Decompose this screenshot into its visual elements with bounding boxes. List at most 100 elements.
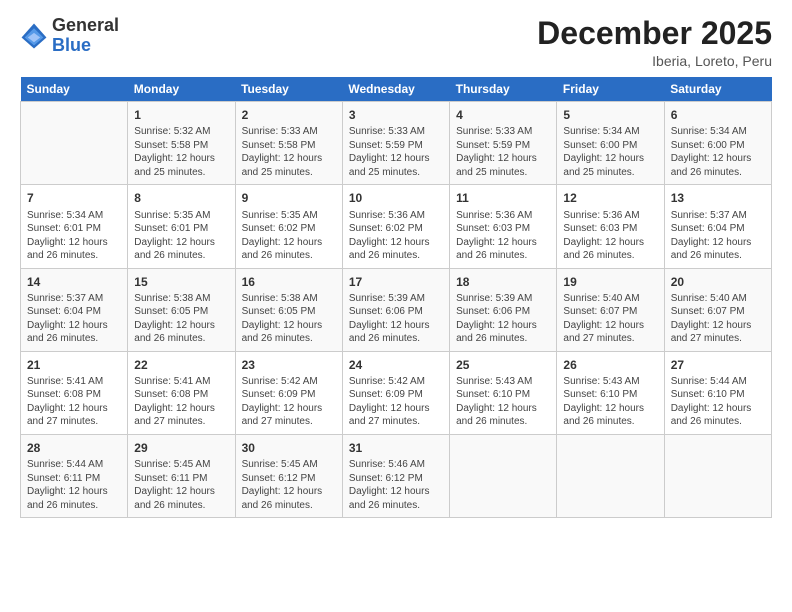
calendar-week-2: 7 Sunrise: 5:34 AMSunset: 6:01 PMDaylight…: [21, 185, 772, 268]
title-block: December 2025 Iberia, Loreto, Peru: [537, 16, 772, 69]
calendar-cell: 13 Sunrise: 5:37 AMSunset: 6:04 PMDayligh…: [664, 185, 771, 268]
calendar-cell: 18Sunrise: 5:39 AMSunset: 6:06 PMDayligh…: [450, 268, 557, 351]
calendar-cell: 10Sunrise: 5:36 AMSunset: 6:02 PMDayligh…: [342, 185, 449, 268]
calendar-table: Sunday Monday Tuesday Wednesday Thursday…: [20, 77, 772, 518]
calendar-cell: 3 Sunrise: 5:33 AMSunset: 5:59 PMDaylight…: [342, 102, 449, 185]
day-number: 25: [456, 357, 550, 373]
day-info: Sunrise: 5:38 AMSunset: 6:05 PMDaylight:…: [242, 292, 336, 346]
day-number: 22: [134, 357, 228, 373]
col-wednesday: Wednesday: [342, 77, 449, 102]
day-info: Sunrise: 5:44 AMSunset: 6:11 PMDaylight:…: [27, 458, 121, 512]
calendar-cell: 24 Sunrise: 5:42 AMSunset: 6:09 PMDayligh…: [342, 351, 449, 434]
day-number: 27: [671, 357, 765, 373]
day-number: 31: [349, 440, 443, 456]
calendar-cell: 6 Sunrise: 5:34 AMSunset: 6:00 PMDaylight…: [664, 102, 771, 185]
day-info: Sunrise: 5:43 AMSunset: 6:10 PMDaylight:…: [456, 375, 550, 429]
calendar-body: 1Sunrise: 5:32 AMSunset: 5:58 PMDaylight…: [21, 102, 772, 518]
day-info: Sunrise: 5:32 AMSunset: 5:58 PMDaylight:…: [134, 125, 228, 179]
logo: General Blue: [20, 16, 119, 56]
calendar-cell: 5Sunrise: 5:34 AMSunset: 6:00 PMDaylight…: [557, 102, 664, 185]
logo-blue: Blue: [52, 35, 91, 55]
location: Iberia, Loreto, Peru: [537, 53, 772, 69]
calendar-cell: 11 Sunrise: 5:36 AMSunset: 6:03 PMDayligh…: [450, 185, 557, 268]
calendar-cell: 28 Sunrise: 5:44 AMSunset: 6:11 PMDayligh…: [21, 434, 128, 517]
day-info: Sunrise: 5:35 AMSunset: 6:02 PMDaylight:…: [242, 209, 336, 263]
day-number: 18: [456, 274, 550, 290]
col-tuesday: Tuesday: [235, 77, 342, 102]
day-number: 3: [349, 107, 443, 123]
day-number: 13: [671, 190, 765, 206]
calendar-cell: 26 Sunrise: 5:43 AMSunset: 6:10 PMDayligh…: [557, 351, 664, 434]
day-info: Sunrise: 5:34 AMSunset: 6:01 PMDaylight:…: [27, 209, 121, 263]
col-monday: Monday: [128, 77, 235, 102]
col-friday: Friday: [557, 77, 664, 102]
day-number: 30: [242, 440, 336, 456]
logo-text: General Blue: [52, 16, 119, 56]
day-number: 11: [456, 190, 550, 206]
day-number: 8: [134, 190, 228, 206]
calendar-week-1: 1Sunrise: 5:32 AMSunset: 5:58 PMDaylight…: [21, 102, 772, 185]
calendar-week-3: 14Sunrise: 5:37 AMSunset: 6:04 PMDayligh…: [21, 268, 772, 351]
col-sunday: Sunday: [21, 77, 128, 102]
day-info: Sunrise: 5:34 AMSunset: 6:00 PMDaylight:…: [671, 125, 765, 179]
header: General Blue December 2025 Iberia, Loret…: [20, 16, 772, 69]
calendar-cell: [664, 434, 771, 517]
day-number: 21: [27, 357, 121, 373]
day-number: 29: [134, 440, 228, 456]
calendar-cell: 4Sunrise: 5:33 AMSunset: 5:59 PMDaylight…: [450, 102, 557, 185]
day-number: 12: [563, 190, 657, 206]
day-info: Sunrise: 5:39 AMSunset: 6:06 PMDaylight:…: [349, 292, 443, 346]
logo-general: General: [52, 15, 119, 35]
calendar-cell: 25 Sunrise: 5:43 AMSunset: 6:10 PMDayligh…: [450, 351, 557, 434]
day-info: Sunrise: 5:38 AMSunset: 6:05 PMDaylight:…: [134, 292, 228, 346]
day-number: 9: [242, 190, 336, 206]
day-number: 14: [27, 274, 121, 290]
calendar-cell: 8Sunrise: 5:35 AMSunset: 6:01 PMDaylight…: [128, 185, 235, 268]
day-info: Sunrise: 5:43 AMSunset: 6:10 PMDaylight:…: [563, 375, 657, 429]
calendar-week-5: 28 Sunrise: 5:44 AMSunset: 6:11 PMDayligh…: [21, 434, 772, 517]
calendar-cell: 29 Sunrise: 5:45 AMSunset: 6:11 PMDayligh…: [128, 434, 235, 517]
day-number: 10: [349, 190, 443, 206]
day-number: 2: [242, 107, 336, 123]
calendar-cell: 21 Sunrise: 5:41 AMSunset: 6:08 PMDayligh…: [21, 351, 128, 434]
day-info: Sunrise: 5:36 AMSunset: 6:03 PMDaylight:…: [456, 209, 550, 263]
logo-icon: [20, 22, 48, 50]
day-number: 6: [671, 107, 765, 123]
calendar-cell: 27Sunrise: 5:44 AMSunset: 6:10 PMDayligh…: [664, 351, 771, 434]
col-saturday: Saturday: [664, 77, 771, 102]
header-row: Sunday Monday Tuesday Wednesday Thursday…: [21, 77, 772, 102]
day-info: Sunrise: 5:45 AMSunset: 6:12 PMDaylight:…: [242, 458, 336, 512]
day-info: Sunrise: 5:42 AMSunset: 6:09 PMDaylight:…: [349, 375, 443, 429]
calendar-cell: 16 Sunrise: 5:38 AMSunset: 6:05 PMDayligh…: [235, 268, 342, 351]
day-info: Sunrise: 5:37 AMSunset: 6:04 PMDaylight:…: [671, 209, 765, 263]
day-info: Sunrise: 5:45 AMSunset: 6:11 PMDaylight:…: [134, 458, 228, 512]
day-number: 16: [242, 274, 336, 290]
day-info: Sunrise: 5:34 AMSunset: 6:00 PMDaylight:…: [563, 125, 657, 179]
day-number: 7: [27, 190, 121, 206]
calendar-cell: 12 Sunrise: 5:36 AMSunset: 6:03 PMDayligh…: [557, 185, 664, 268]
day-number: 15: [134, 274, 228, 290]
day-info: Sunrise: 5:42 AMSunset: 6:09 PMDaylight:…: [242, 375, 336, 429]
day-number: 19: [563, 274, 657, 290]
calendar-cell: [21, 102, 128, 185]
calendar-cell: 1Sunrise: 5:32 AMSunset: 5:58 PMDaylight…: [128, 102, 235, 185]
day-info: Sunrise: 5:36 AMSunset: 6:03 PMDaylight:…: [563, 209, 657, 263]
day-number: 20: [671, 274, 765, 290]
calendar-cell: 30 Sunrise: 5:45 AMSunset: 6:12 PMDayligh…: [235, 434, 342, 517]
day-number: 26: [563, 357, 657, 373]
day-number: 28: [27, 440, 121, 456]
calendar-cell: 9 Sunrise: 5:35 AMSunset: 6:02 PMDaylight…: [235, 185, 342, 268]
day-info: Sunrise: 5:41 AMSunset: 6:08 PMDaylight:…: [27, 375, 121, 429]
day-number: 24: [349, 357, 443, 373]
calendar-cell: 22Sunrise: 5:41 AMSunset: 6:08 PMDayligh…: [128, 351, 235, 434]
calendar-cell: 17 Sunrise: 5:39 AMSunset: 6:06 PMDayligh…: [342, 268, 449, 351]
day-info: Sunrise: 5:33 AMSunset: 5:59 PMDaylight:…: [349, 125, 443, 179]
day-info: Sunrise: 5:33 AMSunset: 5:58 PMDaylight:…: [242, 125, 336, 179]
day-info: Sunrise: 5:46 AMSunset: 6:12 PMDaylight:…: [349, 458, 443, 512]
day-number: 17: [349, 274, 443, 290]
month-year: December 2025: [537, 16, 772, 51]
day-number: 4: [456, 107, 550, 123]
calendar-header: Sunday Monday Tuesday Wednesday Thursday…: [21, 77, 772, 102]
calendar-cell: 19Sunrise: 5:40 AMSunset: 6:07 PMDayligh…: [557, 268, 664, 351]
calendar-cell: 20Sunrise: 5:40 AMSunset: 6:07 PMDayligh…: [664, 268, 771, 351]
